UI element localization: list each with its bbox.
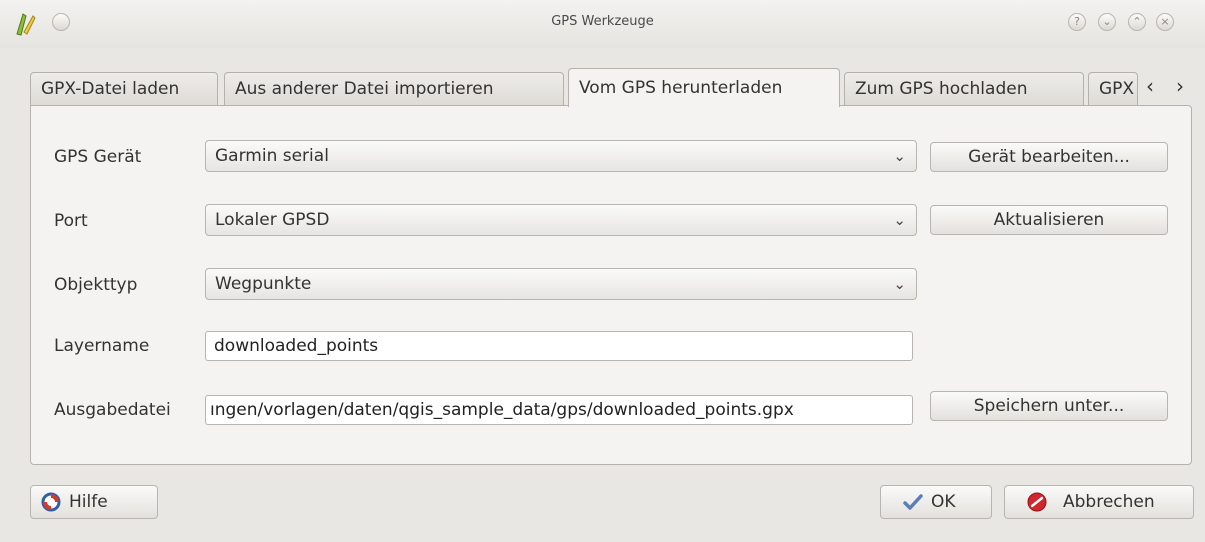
window-title: GPS Werkzeuge xyxy=(551,14,654,29)
title-bar: GPS Werkzeuge ? ⌄ ⌃ × xyxy=(0,0,1205,48)
edit-device-button[interactable]: Gerät bearbeiten... xyxy=(930,142,1168,172)
gps-device-select[interactable]: Garmin serial ⌄ xyxy=(205,140,917,172)
save-as-button[interactable]: Speichern unter... xyxy=(930,391,1168,421)
lifebuoy-icon xyxy=(41,492,61,512)
layer-name-input[interactable]: downloaded_points xyxy=(205,331,913,361)
feature-type-label: Objekttyp xyxy=(54,275,138,295)
tab-gpx-more[interactable]: GPX xyxy=(1088,72,1138,106)
tab-scroll-right-icon[interactable]: › xyxy=(1176,74,1184,98)
tab-label: Vom GPS herunterladen xyxy=(579,78,783,98)
port-label: Port xyxy=(54,211,88,231)
chevron-down-icon: ⌄ xyxy=(893,211,906,229)
tab-gpx-laden[interactable]: GPX-Datei laden xyxy=(30,72,218,106)
tab-label: GPX xyxy=(1099,79,1135,99)
cancel-button[interactable]: Abbrechen xyxy=(1004,485,1194,519)
port-select[interactable]: Lokaler GPSD ⌄ xyxy=(205,204,917,236)
help-icon[interactable]: ? xyxy=(1068,13,1086,31)
tab-label: Aus anderer Datei importieren xyxy=(235,79,494,99)
help-button[interactable]: Hilfe xyxy=(30,485,158,519)
output-file-input[interactable]: ıngen/vorlagen/daten/qgis_sample_data/gp… xyxy=(205,395,913,425)
close-icon[interactable]: × xyxy=(1156,13,1174,31)
maximize-icon[interactable]: ⌃ xyxy=(1128,13,1146,31)
stop-icon xyxy=(1027,492,1047,512)
tab-label: GPX-Datei laden xyxy=(41,79,180,99)
tab-upload[interactable]: Zum GPS hochladen xyxy=(844,72,1084,106)
tab-label: Zum GPS hochladen xyxy=(855,79,1028,99)
layer-name-label: Layername xyxy=(54,336,150,356)
minimize-icon[interactable]: ⌄ xyxy=(1098,13,1116,31)
feature-type-select[interactable]: Wegpunkte ⌄ xyxy=(205,268,917,300)
chevron-down-icon: ⌄ xyxy=(893,275,906,293)
gps-device-value: Garmin serial xyxy=(215,146,329,166)
help-label: Hilfe xyxy=(69,492,108,512)
feature-type-value: Wegpunkte xyxy=(215,274,312,294)
ok-button[interactable]: OK xyxy=(880,485,992,519)
gps-device-label: GPS Gerät xyxy=(54,147,142,167)
tab-import[interactable]: Aus anderer Datei importieren xyxy=(224,72,564,106)
ok-label: OK xyxy=(931,492,956,512)
port-value: Lokaler GPSD xyxy=(215,210,330,230)
tab-scroll-left-icon[interactable]: ‹ xyxy=(1146,74,1154,98)
tab-bar: GPX-Datei laden Aus anderer Datei import… xyxy=(30,68,1205,107)
chevron-down-icon: ⌄ xyxy=(893,147,906,165)
refresh-button[interactable]: Aktualisieren xyxy=(930,205,1168,235)
tab-download[interactable]: Vom GPS herunterladen xyxy=(568,68,840,107)
checkmark-icon xyxy=(903,494,923,510)
cancel-label: Abbrechen xyxy=(1063,492,1155,512)
output-file-label: Ausgabedatei xyxy=(54,400,171,420)
